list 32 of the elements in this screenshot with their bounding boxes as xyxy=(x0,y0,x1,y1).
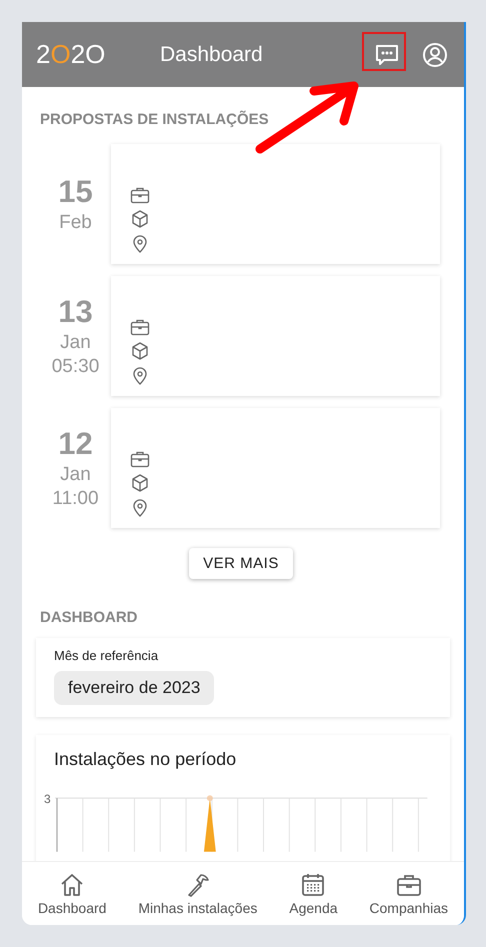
page-title: Dashboard xyxy=(160,42,264,66)
cube-icon xyxy=(130,473,150,493)
briefcase-icon xyxy=(130,318,150,336)
highlight-box xyxy=(362,32,406,71)
month-selector[interactable]: fevereiro de 2023 xyxy=(54,671,214,705)
home-icon xyxy=(59,872,86,898)
date-day: 12 xyxy=(58,426,93,462)
axis-tick-label: 3 xyxy=(44,792,51,806)
nav-tab[interactable]: Companhias xyxy=(369,872,448,916)
month-label: Mês de referência xyxy=(54,648,158,663)
date-time: 05:30 xyxy=(52,356,100,378)
cube-icon xyxy=(130,209,150,229)
date-day: 13 xyxy=(58,294,93,330)
section-heading: DASHBOARD xyxy=(40,609,138,626)
user-icon xyxy=(422,42,448,68)
date-day: 15 xyxy=(58,174,93,210)
nav-tab[interactable]: Agenda xyxy=(289,872,338,916)
date-time: 11:00 xyxy=(52,488,99,510)
cube-icon xyxy=(130,341,150,361)
chat-icon xyxy=(374,42,400,66)
date-month: Jan xyxy=(60,332,91,354)
date-month: Feb xyxy=(59,212,92,234)
briefcase-icon xyxy=(130,450,150,468)
nav-tab[interactable]: Dashboard xyxy=(38,872,106,916)
calendar-icon xyxy=(300,872,326,898)
nav-tab[interactable]: Minhas instalações xyxy=(138,872,258,916)
section-heading: PROPOSTAS DE INSTALAÇÕES xyxy=(40,111,270,128)
chart-title: Instalações no período xyxy=(54,749,238,770)
briefcase-icon xyxy=(130,186,150,204)
date-month: Jan xyxy=(60,464,91,486)
logo: 2O2O xyxy=(36,39,106,70)
see-more-button[interactable]: VER MAIS xyxy=(189,548,293,579)
